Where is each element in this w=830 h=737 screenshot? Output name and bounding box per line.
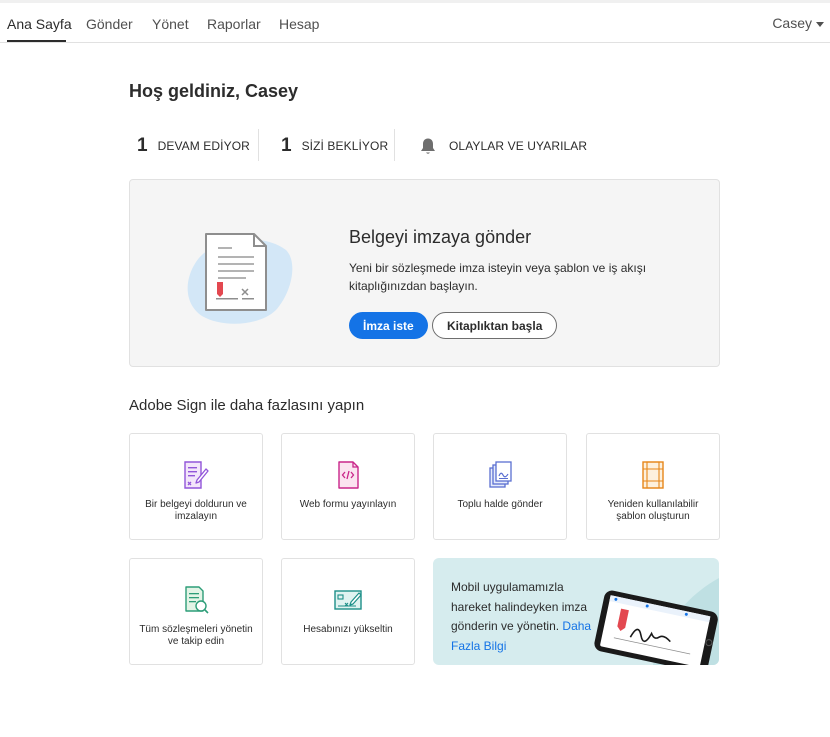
send-card-title: Belgeyi imzaya gönder	[349, 227, 532, 247]
bulk-send-icon	[489, 461, 512, 488]
stat-waiting-count: 1	[281, 135, 292, 156]
stat-waiting-label: SİZİ BEKLİYOR	[301, 139, 389, 153]
top-navigation: Ana Sayfa Gönder Yönet Raporlar Hesap Ca…	[0, 0, 830, 43]
section-title-more: Adobe Sign ile daha fazlasını yapın	[129, 397, 365, 414]
divider	[258, 129, 259, 161]
tile-fill-and-sign[interactable]: Bir belgeyi doldurun ve imzalayın	[129, 433, 263, 540]
send-for-signature-card: Belgeyi imzaya gönder Yeni bir sözleşmed…	[129, 179, 720, 367]
tile-label: Tüm sözleşmeleri yönetin ve takip edin	[139, 624, 253, 647]
nav-tab-manage[interactable]: Yönet	[152, 16, 189, 32]
tile-label: Bir belgeyi doldurun ve imzalayın	[145, 499, 247, 522]
user-menu[interactable]: Casey	[772, 15, 824, 31]
stat-in-progress-count: 1	[137, 135, 148, 156]
stat-in-progress[interactable]: 1 DEVAM EDİYOR	[137, 135, 250, 157]
stat-events-label: OLAYLAR VE UYARILAR	[449, 139, 588, 153]
chevron-down-icon	[816, 21, 824, 27]
tile-label: Toplu halde gönder	[457, 499, 543, 510]
stat-events-alerts[interactable]: OLAYLAR VE UYARILAR	[419, 135, 587, 157]
mobile-app-promo: Mobil uygulamamızla hareket halindeyken …	[433, 558, 719, 665]
nav-tab-account[interactable]: Hesap	[279, 16, 319, 32]
nav-tab-reports[interactable]: Raporlar	[207, 16, 261, 32]
tile-bulk-send[interactable]: Toplu halde gönder	[433, 433, 567, 540]
active-tab-indicator	[7, 40, 66, 42]
promo-text: Mobil uygulamamızla hareket halindeyken …	[451, 578, 601, 656]
request-signature-button[interactable]: İmza iste	[349, 312, 428, 339]
mobile-phone-illustration	[594, 578, 719, 665]
send-card-description: Yeni bir sözleşmede imza isteyin veya şa…	[349, 261, 647, 293]
web-form-icon	[338, 461, 359, 489]
tile-upgrade-account[interactable]: Hesabınızı yükseltin	[281, 558, 415, 665]
tile-label: Yeniden kullanılabilir şablon oluşturun	[607, 499, 699, 522]
manage-agreements-icon	[185, 586, 209, 614]
tile-label: Web formu yayınlayın	[299, 499, 397, 510]
template-icon	[642, 461, 664, 489]
upgrade-account-icon	[334, 590, 362, 610]
tile-web-form[interactable]: Web formu yayınlayın	[281, 433, 415, 540]
fill-sign-icon	[184, 461, 209, 489]
user-name: Casey	[772, 15, 812, 31]
stat-in-progress-label: DEVAM EDİYOR	[157, 139, 250, 153]
document-signature-illustration	[187, 233, 293, 324]
tile-reusable-template[interactable]: Yeniden kullanılabilir şablon oluşturun	[586, 433, 720, 540]
nav-tab-send[interactable]: Gönder	[86, 16, 133, 32]
stat-waiting[interactable]: 1 SİZİ BEKLİYOR	[281, 135, 388, 157]
divider	[394, 129, 395, 161]
tile-label: Hesabınızı yükseltin	[303, 624, 393, 635]
start-from-library-button[interactable]: Kitaplıktan başla	[432, 312, 558, 339]
page-title: Hoş geldiniz, Casey	[129, 81, 299, 101]
bell-icon	[421, 138, 435, 154]
nav-tab-home[interactable]: Ana Sayfa	[7, 16, 72, 32]
tile-manage-agreements[interactable]: Tüm sözleşmeleri yönetin ve takip edin	[129, 558, 263, 665]
